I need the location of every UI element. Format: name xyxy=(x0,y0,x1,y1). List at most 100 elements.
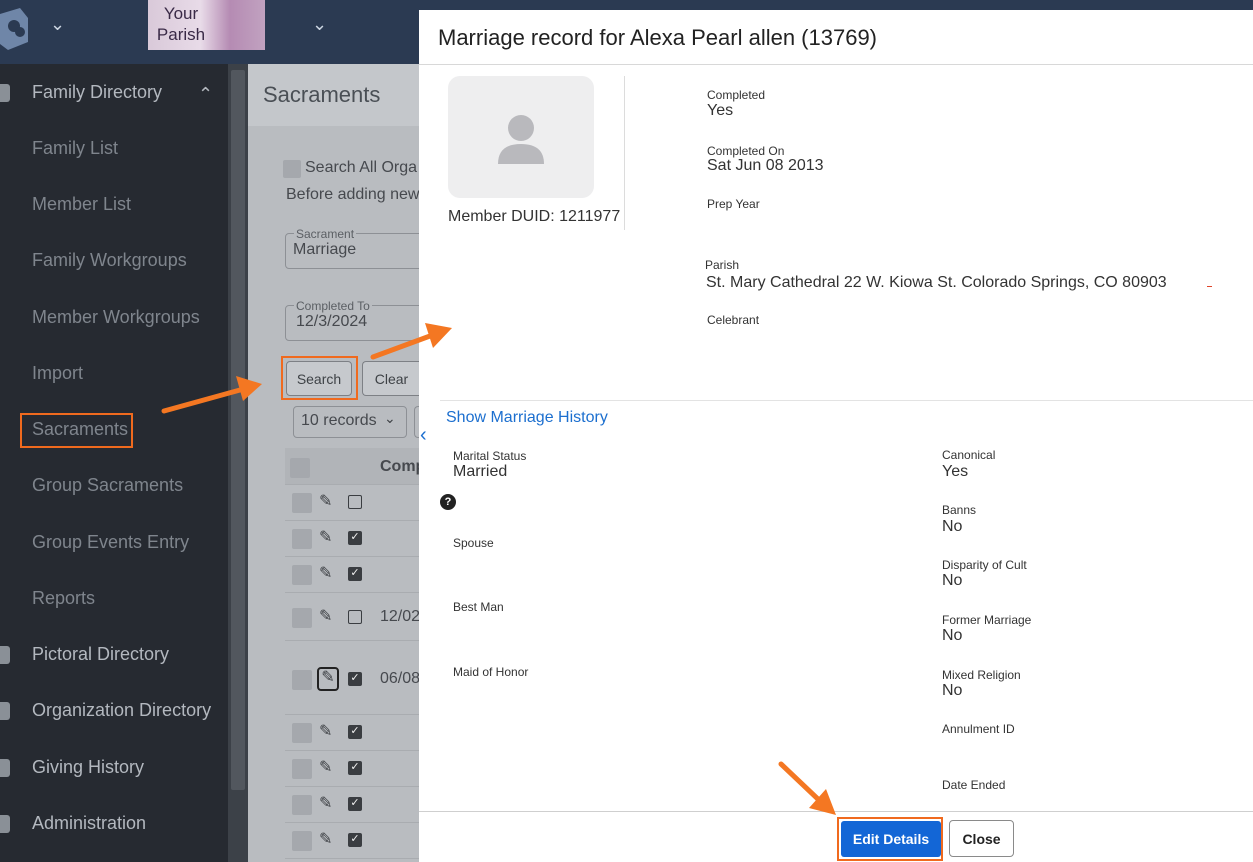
completed-checkbox: ✓ xyxy=(348,761,362,775)
help-icon[interactable]: ? xyxy=(440,494,456,510)
pencil-icon[interactable]: ✎ xyxy=(319,723,337,741)
sidebar-item-giving-history[interactable]: Giving History xyxy=(32,757,144,778)
section-divider xyxy=(440,400,1253,401)
completed-to-value: 12/3/2024 xyxy=(296,313,368,330)
person-icon xyxy=(498,115,544,164)
completed-checkbox: ✓ xyxy=(348,672,362,686)
pencil-icon[interactable]: ✎ xyxy=(319,831,337,849)
completed-checkbox: ✓ xyxy=(348,797,362,811)
parish-logo[interactable]: Your Parish xyxy=(148,0,265,50)
row-date: 06/08 xyxy=(380,670,421,687)
pencil-icon[interactable]: ✎ xyxy=(319,795,337,813)
disparity-of-cult-value: No xyxy=(942,572,963,589)
row-checkbox[interactable] xyxy=(292,759,312,779)
directory-icon xyxy=(0,646,10,664)
row-checkbox[interactable] xyxy=(292,529,312,549)
chevron-down-icon[interactable]: ⌄ xyxy=(312,14,327,35)
chevron-left-icon[interactable]: ‹ xyxy=(420,424,427,447)
gear-icon xyxy=(0,815,10,833)
sidebar-item-family-workgroups[interactable]: Family Workgroups xyxy=(32,250,187,271)
sidebar-item-pictoral-directory[interactable]: Pictoral Directory xyxy=(32,644,169,665)
sidebar-item-organization-directory[interactable]: Organization Directory xyxy=(32,700,211,721)
best-man-label: Best Man xyxy=(453,600,504,614)
family-icon xyxy=(0,84,10,102)
completed-to-label: Completed To xyxy=(294,299,372,313)
completed-checkbox xyxy=(348,495,362,509)
banns-label: Banns xyxy=(942,503,977,517)
close-button[interactable]: Close xyxy=(949,820,1014,857)
completed-checkbox: ✓ xyxy=(348,567,362,581)
row-date: 12/02 xyxy=(380,608,421,625)
search-all-label: Search All Orga xyxy=(305,159,418,176)
completed-checkbox: ✓ xyxy=(348,531,362,545)
red-mark xyxy=(1207,286,1212,287)
date-ended-label: Date Ended xyxy=(942,778,1006,792)
user-group-icon[interactable] xyxy=(0,8,32,50)
edit-details-highlight xyxy=(837,817,943,861)
profile-divider xyxy=(624,76,625,230)
disparity-of-cult-label: Disparity of Cult xyxy=(942,558,1027,572)
pencil-icon[interactable]: ✎ xyxy=(319,529,337,547)
chevron-up-icon[interactable]: ⌃ xyxy=(198,84,213,105)
celebrant-label: Celebrant xyxy=(707,313,760,327)
completed-on-label: Completed On xyxy=(707,144,785,158)
chevron-down-icon: ⌄ xyxy=(384,410,396,426)
completed-checkbox: ✓ xyxy=(348,833,362,847)
completed-label: Completed xyxy=(707,88,766,102)
footer-divider xyxy=(419,811,1253,812)
select-all-checkbox[interactable] xyxy=(290,458,310,478)
member-duid: Member DUID: 1211977 xyxy=(448,208,621,225)
sidebar-item-family-list[interactable]: Family List xyxy=(32,138,118,159)
pencil-icon[interactable]: ✎ xyxy=(319,565,337,583)
before-adding-text: Before adding new xyxy=(286,186,420,203)
row-checkbox[interactable] xyxy=(292,608,312,628)
sidebar-item-member-workgroups[interactable]: Member Workgroups xyxy=(32,307,200,328)
sidebar-item-family-directory[interactable]: Family Directory xyxy=(32,82,162,103)
former-marriage-value: No xyxy=(942,627,963,644)
row-checkbox[interactable] xyxy=(292,493,312,513)
sidebar-item-administration[interactable]: Administration xyxy=(32,813,146,834)
sidebar-item-member-list[interactable]: Member List xyxy=(32,194,131,215)
parish-label: Parish xyxy=(705,258,740,272)
chevron-down-icon[interactable]: ⌄ xyxy=(50,14,65,35)
sidebar-scroll-thumb[interactable] xyxy=(231,70,245,790)
pencil-icon[interactable]: ✎ xyxy=(317,667,339,691)
completed-on-value: Sat Jun 08 2013 xyxy=(707,157,824,174)
pencil-icon[interactable]: ✎ xyxy=(319,759,337,777)
org-icon xyxy=(0,702,10,720)
avatar xyxy=(448,76,594,198)
prep-year-label: Prep Year xyxy=(707,197,760,211)
sacrament-label: Sacrament xyxy=(294,227,357,241)
row-checkbox[interactable] xyxy=(292,565,312,585)
parish-logo-text: Your Parish xyxy=(156,4,206,44)
canonical-label: Canonical xyxy=(942,448,996,462)
parish-value: St. Mary Cathedral 22 W. Kiowa St. Color… xyxy=(706,274,1167,291)
clear-button[interactable]: Clear xyxy=(362,361,420,396)
completed-checkbox: ✓ xyxy=(348,725,362,739)
canonical-value: Yes xyxy=(942,463,969,480)
maid-of-honor-label: Maid of Honor xyxy=(453,665,529,679)
sidebar-item-reports[interactable]: Reports xyxy=(32,588,95,609)
sidebar-item-group-sacraments[interactable]: Group Sacraments xyxy=(32,475,183,496)
row-checkbox[interactable] xyxy=(292,795,312,815)
search-all-checkbox[interactable] xyxy=(283,160,301,178)
row-checkbox[interactable] xyxy=(292,831,312,851)
show-marriage-history-link[interactable]: Show Marriage History xyxy=(446,409,608,427)
row-checkbox[interactable] xyxy=(292,723,312,743)
giving-icon xyxy=(0,759,10,777)
sidebar-item-group-events-entry[interactable]: Group Events Entry xyxy=(32,532,189,553)
search-highlight xyxy=(281,356,358,400)
former-marriage-label: Former Marriage xyxy=(942,613,1032,627)
sidebar xyxy=(0,64,228,862)
sidebar-item-import[interactable]: Import xyxy=(32,363,83,384)
marital-status-value: Married xyxy=(453,463,508,480)
sacrament-value: Marriage xyxy=(293,241,357,258)
row-checkbox[interactable] xyxy=(292,670,312,690)
mixed-religion-label: Mixed Religion xyxy=(942,668,1021,682)
completed-checkbox xyxy=(348,610,362,624)
completed-value: Yes xyxy=(707,102,734,119)
pencil-icon[interactable]: ✎ xyxy=(319,608,337,626)
spouse-label: Spouse xyxy=(453,536,494,550)
pencil-icon[interactable]: ✎ xyxy=(319,493,337,511)
sacraments-highlight xyxy=(20,413,133,448)
